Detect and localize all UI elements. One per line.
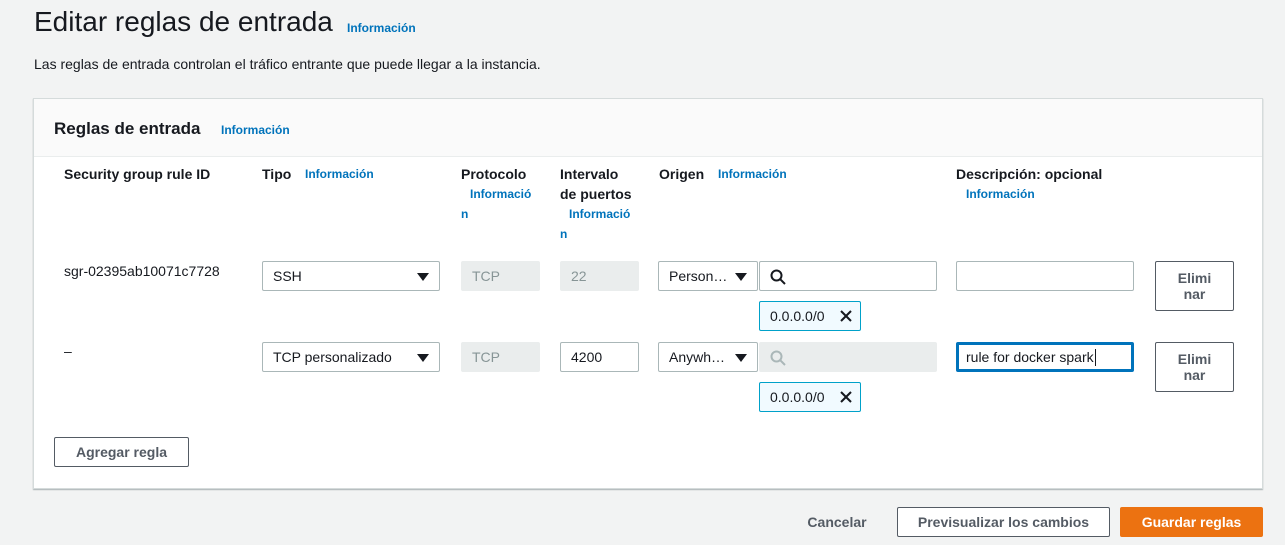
search-icon — [770, 350, 786, 366]
delete-label: Elimi — [1177, 270, 1212, 286]
delete-rule-button[interactable]: Elimi nar — [1155, 261, 1234, 311]
source-type-select[interactable]: Person… — [658, 261, 758, 291]
port-range-value: 4200 — [571, 349, 603, 365]
type-info-link[interactable]: Información — [305, 167, 374, 181]
cidr-token: 0.0.0.0/0 — [759, 382, 861, 412]
search-icon — [770, 269, 786, 285]
type-select[interactable]: SSH — [262, 261, 440, 291]
source-type-value: Anywh… — [669, 349, 726, 365]
cidr-token-label: 0.0.0.0/0 — [770, 308, 825, 324]
cidr-token-label: 0.0.0.0/0 — [770, 389, 825, 405]
page-info-link[interactable]: Información — [347, 21, 416, 35]
chevron-down-icon — [417, 273, 429, 281]
port-info-link[interactable]: Informació — [569, 207, 630, 221]
delete-label-wrap: nar — [1183, 367, 1206, 383]
col-header-protocol: Protocolo — [461, 166, 527, 182]
source-search-input[interactable] — [759, 261, 937, 291]
col-header-port-range-2: de puertos — [560, 186, 632, 202]
add-rule-button[interactable]: Agregar regla — [54, 437, 189, 467]
protocol-field: TCP — [461, 342, 540, 372]
panel-title: Reglas de entrada — [54, 119, 201, 138]
port-range-input[interactable]: 4200 — [560, 342, 639, 372]
page-subtitle: Las reglas de entrada controlan el tráfi… — [34, 56, 541, 72]
delete-rule-button[interactable]: Elimi nar — [1155, 342, 1234, 392]
description-input[interactable] — [956, 261, 1134, 291]
protocol-field: TCP — [461, 261, 540, 291]
port-range-input: 22 — [560, 261, 639, 291]
port-info-link-wrap[interactable]: n — [560, 227, 567, 241]
port-range-value: 22 — [571, 268, 587, 284]
description-value: rule for docker spark — [966, 349, 1094, 365]
col-header-description: Descripción: opcional — [956, 166, 1103, 182]
col-header-rule-id: Security group rule ID — [64, 166, 211, 182]
protocol-info-link[interactable]: Informació — [470, 187, 531, 201]
panel-info-link[interactable]: Información — [221, 123, 290, 137]
panel-header: Reglas de entrada Información — [34, 99, 1262, 157]
col-header-port-range: Intervalo — [560, 166, 619, 182]
chevron-down-icon — [735, 273, 747, 281]
inbound-rules-panel: Reglas de entrada Información Security g… — [33, 98, 1263, 489]
description-input[interactable]: rule for docker spark — [956, 342, 1134, 372]
source-search-input — [759, 342, 937, 372]
rule-id: – — [64, 343, 72, 359]
close-icon[interactable] — [838, 389, 854, 405]
delete-label: Elimi — [1177, 351, 1212, 367]
description-info-link[interactable]: Información — [966, 187, 1035, 201]
protocol-value: TCP — [472, 349, 500, 365]
chevron-down-icon — [417, 354, 429, 362]
type-select-value: SSH — [273, 268, 302, 284]
close-icon[interactable] — [838, 308, 854, 324]
type-select-value: TCP personalizado — [273, 349, 392, 365]
col-header-source: Origen — [659, 166, 705, 182]
type-select[interactable]: TCP personalizado — [262, 342, 440, 372]
preview-changes-button[interactable]: Previsualizar los cambios — [897, 507, 1110, 537]
save-rules-button[interactable]: Guardar reglas — [1120, 507, 1263, 537]
chevron-down-icon — [735, 354, 747, 362]
cidr-token: 0.0.0.0/0 — [759, 301, 861, 331]
delete-label-wrap: nar — [1183, 286, 1206, 302]
page-title: Editar reglas de entrada — [34, 6, 333, 37]
cancel-button[interactable]: Cancelar — [790, 507, 884, 537]
text-cursor — [1094, 348, 1096, 366]
source-type-value: Person… — [669, 268, 728, 284]
col-header-type: Tipo — [262, 166, 292, 182]
source-type-select[interactable]: Anywh… — [658, 342, 758, 372]
protocol-value: TCP — [472, 268, 500, 284]
protocol-info-link-wrap[interactable]: n — [461, 207, 468, 221]
source-info-link[interactable]: Información — [718, 167, 787, 181]
rule-id: sgr-02395ab10071c7728 — [64, 263, 220, 279]
